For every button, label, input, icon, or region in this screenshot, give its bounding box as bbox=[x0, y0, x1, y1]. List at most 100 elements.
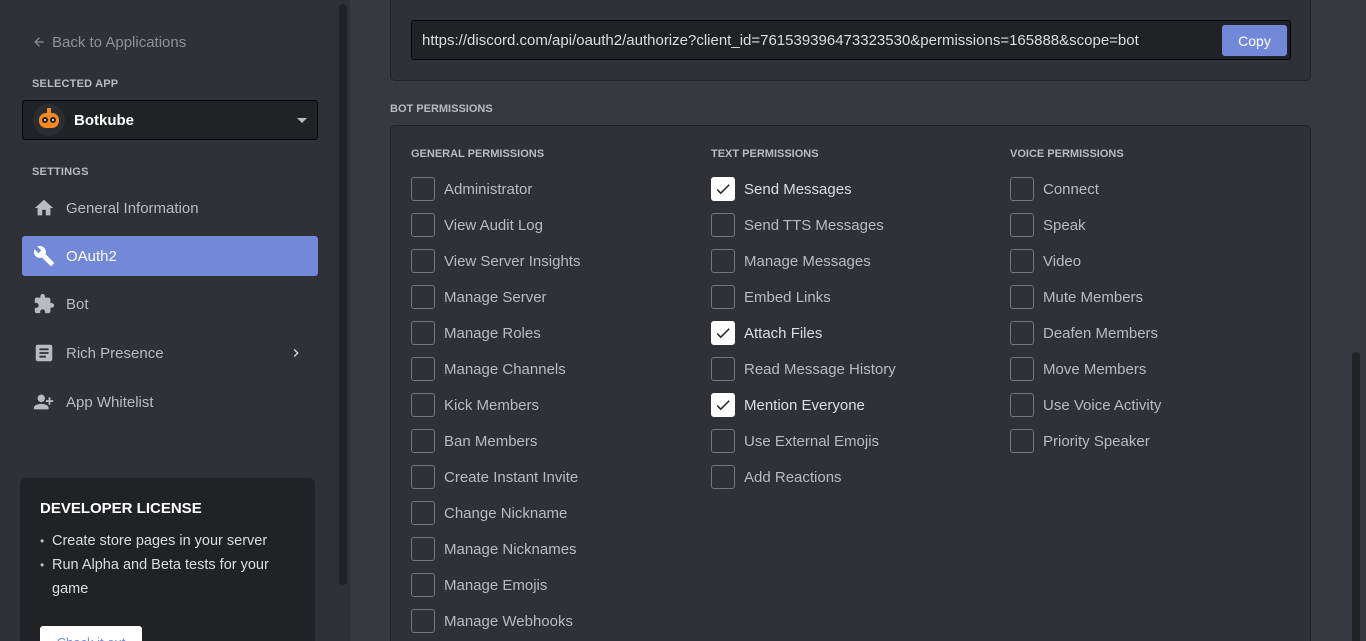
permission-mention-everyone[interactable]: Mention Everyone bbox=[711, 387, 991, 423]
permission-read-message-history[interactable]: Read Message History bbox=[711, 351, 991, 387]
sidebar-item-bot[interactable]: Bot bbox=[22, 284, 318, 324]
permission-checkbox[interactable] bbox=[1010, 285, 1034, 309]
permission-checkbox[interactable] bbox=[411, 573, 435, 597]
permission-embed-links[interactable]: Embed Links bbox=[711, 279, 991, 315]
permission-checkbox[interactable] bbox=[1010, 357, 1034, 381]
check-it-out-button[interactable]: Check it out bbox=[40, 626, 142, 641]
permission-priority-speaker[interactable]: Priority Speaker bbox=[1010, 423, 1290, 459]
sidebar-item-label: App Whitelist bbox=[66, 393, 154, 411]
sidebar-item-app-whitelist[interactable]: App Whitelist bbox=[22, 382, 318, 422]
permission-checkbox[interactable] bbox=[1010, 321, 1034, 345]
permission-checkbox[interactable] bbox=[1010, 213, 1034, 237]
permission-checkbox[interactable] bbox=[411, 249, 435, 273]
permission-checkbox[interactable] bbox=[411, 609, 435, 633]
chevron-down-icon bbox=[297, 118, 307, 123]
permission-label: Manage Nicknames bbox=[444, 540, 577, 558]
sidebar-item-label: Rich Presence bbox=[66, 344, 164, 362]
permission-checkbox[interactable] bbox=[411, 501, 435, 525]
sidebar-item-rich-presence[interactable]: Rich Presence bbox=[22, 333, 318, 373]
permission-view-server-insights[interactable]: View Server Insights bbox=[411, 243, 691, 279]
permission-checkbox[interactable] bbox=[411, 465, 435, 489]
permission-mute-members[interactable]: Mute Members bbox=[1010, 279, 1290, 315]
permission-label: Embed Links bbox=[744, 288, 831, 306]
permission-checkbox[interactable] bbox=[411, 357, 435, 381]
permission-ban-members[interactable]: Ban Members bbox=[411, 423, 691, 459]
permission-label: Use Voice Activity bbox=[1043, 396, 1162, 414]
selected-app-label: SELECTED APP bbox=[32, 78, 119, 90]
permission-connect[interactable]: Connect bbox=[1010, 171, 1290, 207]
checkmark-icon bbox=[716, 328, 730, 339]
permission-checkbox[interactable] bbox=[711, 285, 735, 309]
bot-permissions-heading: BOT PERMISSIONS bbox=[390, 103, 493, 115]
permission-checkbox[interactable] bbox=[1010, 249, 1034, 273]
permission-add-reactions[interactable]: Add Reactions bbox=[711, 459, 991, 495]
permission-checkbox[interactable] bbox=[411, 177, 435, 201]
permission-checkbox[interactable] bbox=[1010, 393, 1034, 417]
permission-label: Ban Members bbox=[444, 432, 538, 450]
permission-checkbox[interactable] bbox=[411, 321, 435, 345]
permission-checkbox[interactable] bbox=[711, 393, 735, 417]
permission-manage-server[interactable]: Manage Server bbox=[411, 279, 691, 315]
permission-checkbox[interactable] bbox=[711, 213, 735, 237]
oauth-url-text: https://discord.com/api/oauth2/authorize… bbox=[422, 31, 1139, 49]
permission-checkbox[interactable] bbox=[411, 213, 435, 237]
sidebar-scrollbar[interactable] bbox=[339, 4, 347, 585]
permission-speak[interactable]: Speak bbox=[1010, 207, 1290, 243]
permission-change-nickname[interactable]: Change Nickname bbox=[411, 495, 691, 531]
permission-manage-emojis[interactable]: Manage Emojis bbox=[411, 567, 691, 603]
sidebar-item-oauth2[interactable]: OAuth2 bbox=[22, 236, 318, 276]
back-to-applications-link[interactable]: Back to Applications bbox=[32, 32, 186, 52]
bot-permissions-card: GENERAL PERMISSIONS Administrator View Au… bbox=[390, 125, 1311, 641]
permission-label: Connect bbox=[1043, 180, 1099, 198]
permission-checkbox[interactable] bbox=[711, 321, 735, 345]
permission-checkbox[interactable] bbox=[1010, 429, 1034, 453]
permission-send-messages[interactable]: Send Messages bbox=[711, 171, 991, 207]
oauth-url-field[interactable]: https://discord.com/api/oauth2/authorize… bbox=[411, 20, 1291, 60]
permission-use-external-emojis[interactable]: Use External Emojis bbox=[711, 423, 991, 459]
permission-attach-files[interactable]: Attach Files bbox=[711, 315, 991, 351]
permission-view-audit-log[interactable]: View Audit Log bbox=[411, 207, 691, 243]
permission-checkbox[interactable] bbox=[711, 177, 735, 201]
permission-administrator[interactable]: Administrator bbox=[411, 171, 691, 207]
permission-label: Manage Channels bbox=[444, 360, 566, 378]
permission-checkbox[interactable] bbox=[711, 357, 735, 381]
permission-checkbox[interactable] bbox=[411, 393, 435, 417]
permission-manage-channels[interactable]: Manage Channels bbox=[411, 351, 691, 387]
permission-kick-members[interactable]: Kick Members bbox=[411, 387, 691, 423]
permission-manage-messages[interactable]: Manage Messages bbox=[711, 243, 991, 279]
permission-manage-nicknames[interactable]: Manage Nicknames bbox=[411, 531, 691, 567]
permission-checkbox[interactable] bbox=[711, 465, 735, 489]
permission-label: Manage Roles bbox=[444, 324, 541, 342]
oauth-url-card: https://discord.com/api/oauth2/authorize… bbox=[390, 0, 1311, 81]
permission-checkbox[interactable] bbox=[711, 249, 735, 273]
permission-label: Video bbox=[1043, 252, 1082, 270]
permission-move-members[interactable]: Move Members bbox=[1010, 351, 1290, 387]
permission-deafen-members[interactable]: Deafen Members bbox=[1010, 315, 1290, 351]
sidebar-item-label: Bot bbox=[66, 295, 89, 313]
permission-checkbox[interactable] bbox=[411, 537, 435, 561]
permission-label: View Server Insights bbox=[444, 252, 581, 270]
permission-label: Use External Emojis bbox=[744, 432, 880, 450]
permission-use-voice-activity[interactable]: Use Voice Activity bbox=[1010, 387, 1290, 423]
app-selector[interactable]: Botkube bbox=[22, 100, 318, 140]
permission-checkbox[interactable] bbox=[411, 429, 435, 453]
sidebar-item-general-information[interactable]: General Information bbox=[22, 188, 318, 228]
permission-label: Add Reactions bbox=[744, 468, 842, 486]
main-scrollbar[interactable] bbox=[1352, 352, 1360, 641]
permission-label: Deafen Members bbox=[1043, 324, 1159, 342]
permission-video[interactable]: Video bbox=[1010, 243, 1290, 279]
permission-manage-roles[interactable]: Manage Roles bbox=[411, 315, 691, 351]
permission-manage-webhooks[interactable]: Manage Webhooks bbox=[411, 603, 691, 639]
permission-label: Manage Emojis bbox=[444, 576, 548, 594]
permission-label: Manage Messages bbox=[744, 252, 871, 270]
permission-create-instant-invite[interactable]: Create Instant Invite bbox=[411, 459, 691, 495]
permission-send-tts-messages[interactable]: Send TTS Messages bbox=[711, 207, 991, 243]
permission-checkbox[interactable] bbox=[411, 285, 435, 309]
license-bullet: Create store pages in your server bbox=[40, 529, 295, 553]
permission-label: Manage Webhooks bbox=[444, 612, 573, 630]
permission-checkbox[interactable] bbox=[1010, 177, 1034, 201]
permission-label: Send Messages bbox=[744, 180, 852, 198]
arrow-left-icon bbox=[34, 37, 44, 47]
copy-button[interactable]: Copy bbox=[1222, 25, 1287, 56]
permission-checkbox[interactable] bbox=[711, 429, 735, 453]
